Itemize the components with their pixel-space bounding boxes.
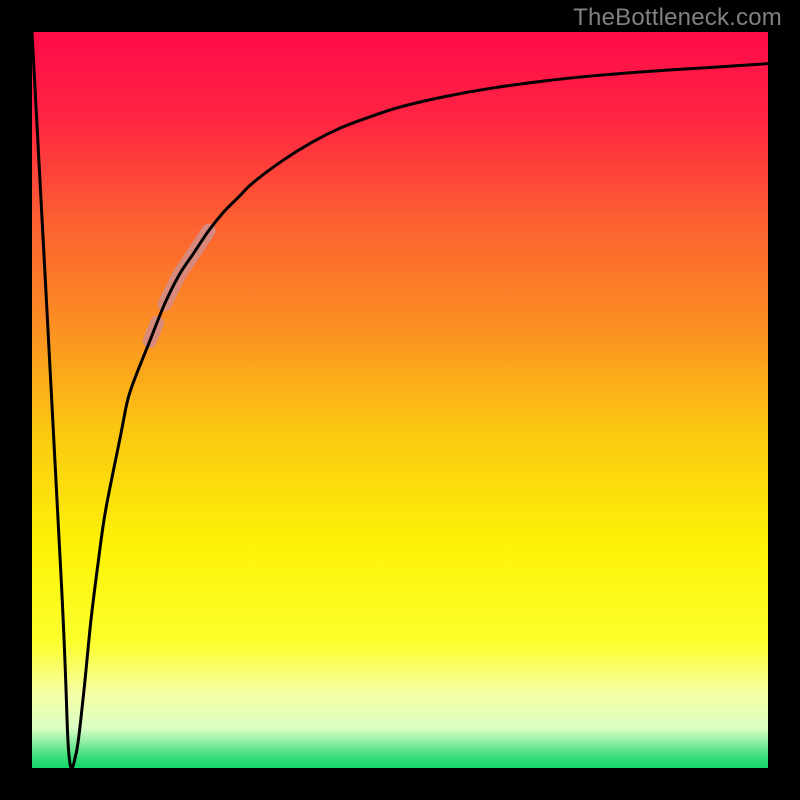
attribution-text: TheBottleneck.com (573, 4, 782, 32)
plot-area (32, 32, 768, 768)
bottleneck-chart (0, 0, 800, 800)
